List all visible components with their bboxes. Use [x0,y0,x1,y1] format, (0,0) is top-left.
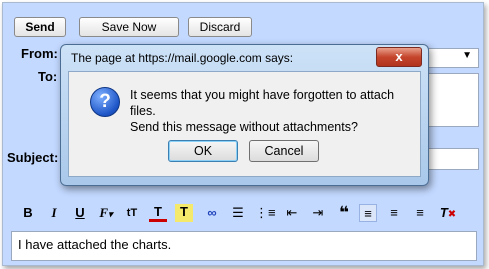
italic-icon[interactable]: I [45,204,63,222]
remove-format-icon[interactable]: T✖ [439,204,457,222]
message-body[interactable]: I have attached the charts. [11,231,477,261]
dialog-title: The page at https://mail.google.com says… [71,51,294,65]
discard-button[interactable]: Discard [188,17,252,37]
dialog-content: ? It seems that you might have forgotten… [68,71,421,177]
text-color-icon[interactable]: T [149,204,167,222]
font-size-icon[interactable]: tT [123,204,141,222]
link-icon[interactable]: ∞ [203,204,221,222]
cancel-button[interactable]: Cancel [249,140,319,162]
attachment-reminder-dialog: The page at https://mail.google.com says… [60,44,429,186]
numbered-list-icon[interactable]: ☰ [229,204,247,222]
close-icon[interactable]: x [376,47,422,67]
from-label: From: [21,46,58,61]
highlight-icon[interactable]: T [175,204,193,222]
underline-icon[interactable]: U [71,204,89,222]
quote-icon[interactable]: ❝ [335,204,353,222]
save-now-button[interactable]: Save Now [79,17,179,37]
font-icon[interactable]: F▾ [97,204,115,222]
align-left-icon[interactable]: ≡ [359,204,377,222]
send-button[interactable]: Send [14,17,66,37]
body-text: I have attached the charts. [18,237,172,252]
to-label: To: [38,69,58,84]
subject-label: Subject: [7,150,59,165]
chevron-down-icon: ▼ [462,50,472,61]
formatting-toolbar: B I U F▾ tT T T ∞ ☰ ⋮≡ ⇤ ⇥ ❝ ≡ ≡ ≡ T✖ [3,199,483,227]
bold-icon[interactable]: B [19,204,37,222]
dialog-message: It seems that you might have forgotten t… [130,87,420,135]
dialog-message-line-2: Send this message without attachments? [130,120,358,134]
dialog-message-line-1: It seems that you might have forgotten t… [130,88,395,118]
align-center-icon[interactable]: ≡ [385,204,403,222]
outdent-icon[interactable]: ⇤ [283,204,301,222]
indent-icon[interactable]: ⇥ [309,204,327,222]
question-icon: ? [90,87,120,117]
bullet-list-icon[interactable]: ⋮≡ [255,204,276,222]
align-right-icon[interactable]: ≡ [411,204,429,222]
ok-button[interactable]: OK [168,140,238,162]
